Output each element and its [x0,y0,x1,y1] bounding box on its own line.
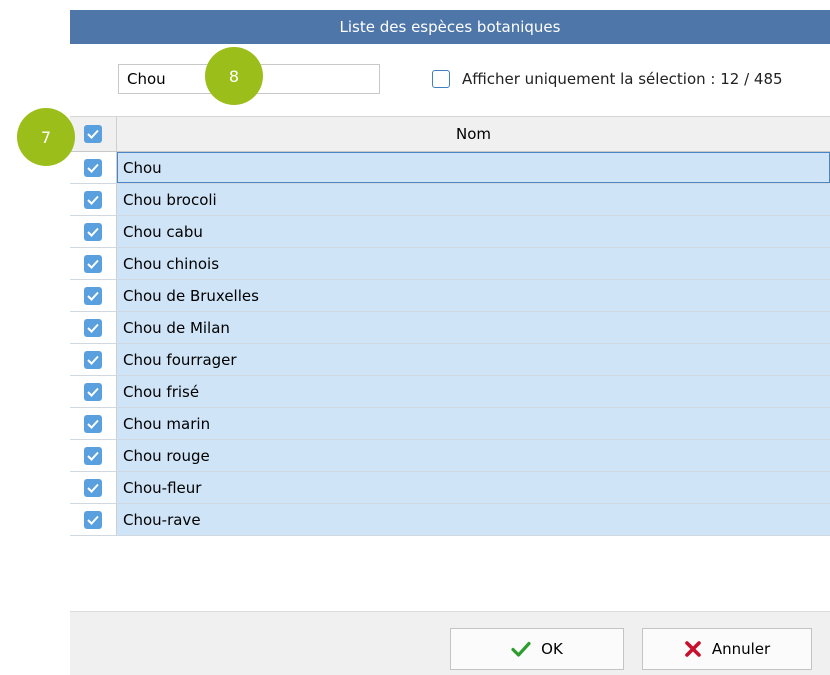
cancel-button[interactable]: Annuler [642,628,812,670]
table-row[interactable]: Chou brocoli [70,184,830,216]
table-row[interactable]: Chou fourrager [70,344,830,376]
table-row[interactable]: Chou frisé [70,376,830,408]
dialog-title-bar: Liste des espèces botaniques [70,0,830,44]
species-grid: Nom Chou Chou brocoli Chou cabu Chou chinoi… [70,116,830,536]
table-row[interactable]: Chou rouge [70,440,830,472]
table-row[interactable]: Chou-fleur [70,472,830,504]
species-name-cell[interactable]: Chou de Milan [117,312,830,343]
grid-body: Chou Chou brocoli Chou cabu Chou chinois Cho… [70,152,830,536]
species-name: Chou rouge [123,446,210,465]
column-header-name[interactable]: Nom [117,117,830,151]
grid-header-row: Nom [70,117,830,152]
species-name: Chou cabu [123,222,203,241]
select-all-checkbox[interactable] [70,117,117,151]
species-name: Chou fourrager [123,350,237,369]
checkbox-checked-icon[interactable] [84,318,102,337]
row-checkbox[interactable] [70,184,117,215]
row-checkbox[interactable] [70,376,117,407]
species-name: Chou frisé [123,382,200,401]
annotation-badge-label: 8 [228,66,240,86]
checkbox-checked-icon[interactable] [84,190,102,209]
table-row[interactable]: Chou-rave [70,504,830,536]
species-name: Chou-fleur [123,478,202,497]
dialog-title: Liste des espèces botaniques [339,18,561,36]
table-row[interactable]: Chou marin [70,408,830,440]
species-name-cell[interactable]: Chou rouge [117,440,830,471]
table-row[interactable]: Chou [70,152,830,184]
show-selection-only-label: Afficher uniquement la sélection : 12 / … [462,70,783,88]
species-name-cell[interactable]: Chou chinois [117,248,830,279]
checkbox-checked-icon[interactable] [84,350,102,369]
row-checkbox[interactable] [70,152,117,183]
row-checkbox[interactable] [70,408,117,439]
species-name: Chou marin [123,414,211,433]
species-name-cell[interactable]: Chou brocoli [117,184,830,215]
checkbox-checked-icon[interactable] [84,254,102,273]
species-name-cell[interactable]: Chou [117,152,830,183]
table-row[interactable]: Chou cabu [70,216,830,248]
table-row[interactable]: Chou de Milan [70,312,830,344]
column-header-label: Nom [455,125,491,143]
checkbox-checked-icon[interactable] [84,446,102,465]
checkbox-checked-icon[interactable] [84,382,102,401]
species-name-cell[interactable]: Chou marin [117,408,830,439]
species-name: Chou brocoli [123,190,217,209]
cancel-button-label: Annuler [711,640,771,658]
annotation-badge-7: 7 [17,108,75,166]
annotation-badge-8: 8 [205,47,263,105]
row-checkbox[interactable] [70,504,117,535]
table-row[interactable]: Chou de Bruxelles [70,280,830,312]
checkbox-checked-icon[interactable] [84,510,102,529]
show-selection-only-checkbox[interactable]: Afficher uniquement la sélection : 12 / … [432,67,783,91]
checkbox-checked-icon[interactable] [84,158,102,177]
checkmark-icon [511,641,531,657]
row-checkbox[interactable] [70,216,117,247]
checkbox-checked-icon[interactable] [84,125,102,143]
checkbox-unchecked-icon[interactable] [432,70,450,88]
checkbox-checked-icon[interactable] [84,222,102,241]
row-checkbox[interactable] [70,440,117,471]
species-name: Chou de Bruxelles [123,286,259,305]
row-checkbox[interactable] [70,280,117,311]
dialog-footer: OK Annuler [70,611,830,675]
species-name: Chou de Milan [123,318,230,337]
species-name-cell[interactable]: Chou cabu [117,216,830,247]
cross-icon [685,641,701,657]
species-list-dialog: Liste des espèces botaniques Afficher un… [70,0,830,675]
species-name-cell[interactable]: Chou-rave [117,504,830,535]
checkbox-checked-icon[interactable] [84,478,102,497]
row-checkbox[interactable] [70,248,117,279]
species-name: Chou chinois [123,254,220,273]
species-name: Chou [123,158,162,177]
species-name-cell[interactable]: Chou frisé [117,376,830,407]
checkbox-checked-icon[interactable] [84,286,102,305]
row-checkbox[interactable] [70,344,117,375]
checkbox-checked-icon[interactable] [84,414,102,433]
table-row[interactable]: Chou chinois [70,248,830,280]
species-name-cell[interactable]: Chou fourrager [117,344,830,375]
ok-button[interactable]: OK [450,628,624,670]
species-name-cell[interactable]: Chou de Bruxelles [117,280,830,311]
row-checkbox[interactable] [70,312,117,343]
species-name-cell[interactable]: Chou-fleur [117,472,830,503]
species-name: Chou-rave [123,510,201,529]
ok-button-label: OK [541,640,563,658]
annotation-badge-label: 7 [40,127,52,147]
row-checkbox[interactable] [70,472,117,503]
